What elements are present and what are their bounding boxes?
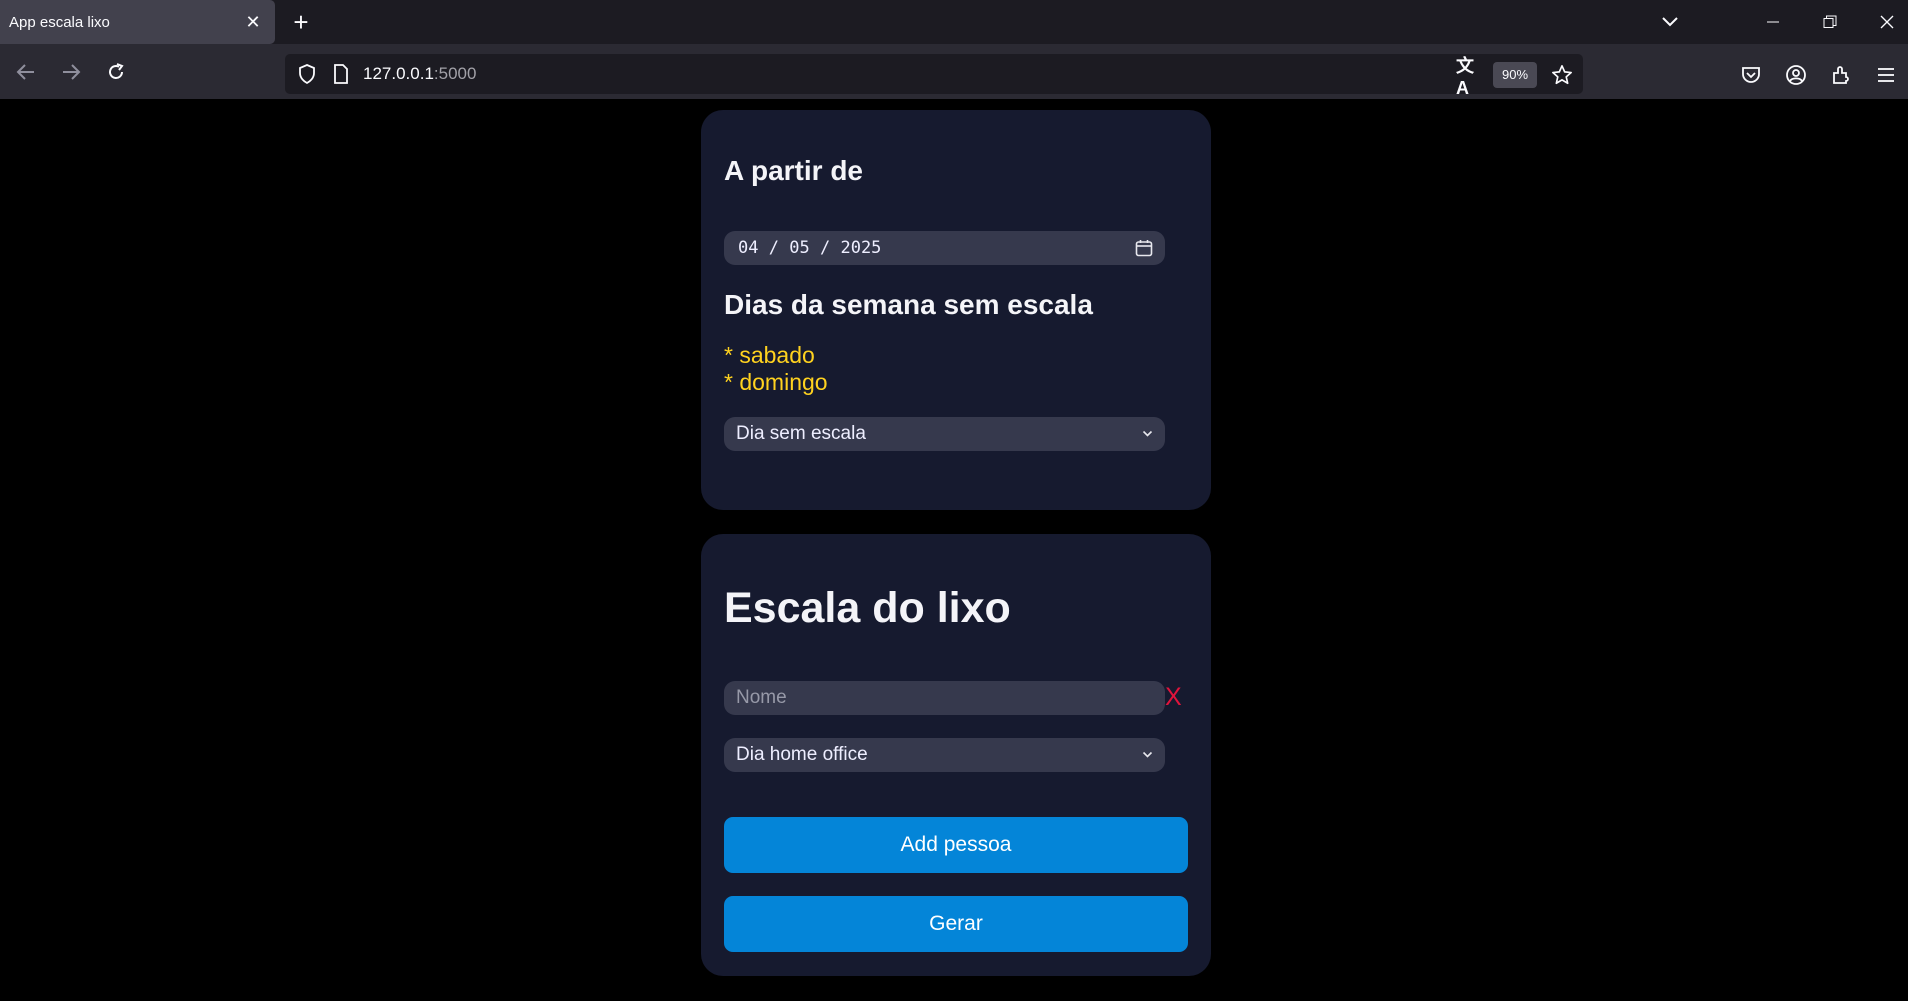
pocket-icon[interactable] [1738,62,1764,88]
start-date-heading: A partir de [724,155,863,186]
tab-title: App escala lixo [9,13,110,31]
start-date-input[interactable]: 04 / 05 / 2025 [724,231,1165,265]
date-separator: / [819,238,831,258]
minimize-icon[interactable] [1759,8,1787,36]
shield-icon[interactable] [295,62,319,86]
menu-icon[interactable] [1873,62,1899,88]
extensions-icon[interactable] [1828,62,1854,88]
back-arrow-icon[interactable] [11,57,41,87]
active-tab[interactable]: App escala lixo ✕ [0,0,275,44]
no-schedule-days-list: * sabado * domingo [724,342,828,396]
translate-icon[interactable]: 文A [1456,56,1482,98]
zoom-badge[interactable]: 90% [1493,62,1537,88]
tab-strip: App escala lixo ✕ + [0,0,1908,44]
date-separator: / [768,238,779,258]
url-text[interactable]: 127.0.0.1:5000 [363,64,476,84]
home-office-day-select[interactable]: Dia home office [724,738,1165,772]
star-icon[interactable] [1549,62,1575,88]
reload-icon[interactable] [101,57,131,87]
close-tab-icon[interactable]: ✕ [239,8,267,36]
no-schedule-select-value: Dia sem escala [736,423,866,444]
new-tab-plus-icon[interactable]: + [287,9,315,37]
page-icon[interactable] [329,62,353,86]
no-schedule-day-item: * sabado [724,342,815,368]
date-year[interactable]: 2025 [840,238,881,258]
generate-button[interactable]: Gerar [724,896,1188,952]
close-window-icon[interactable] [1873,8,1901,36]
name-input-placeholder: Nome [736,687,787,708]
schedule-card: Escala do lixo Nome X Dia home office Ad… [701,534,1211,976]
name-input[interactable]: Nome [724,681,1165,715]
no-schedule-heading: Dias da semana sem escala [724,289,1093,320]
remove-person-button[interactable]: X [1165,683,1182,712]
add-person-button[interactable]: Add pessoa [724,817,1188,873]
forward-arrow-icon[interactable] [56,57,86,87]
list-tabs-chevron-icon[interactable] [1656,8,1684,36]
no-schedule-day-item: * domingo [724,369,828,395]
address-bar[interactable]: 127.0.0.1:5000 [285,54,1583,94]
calendar-icon[interactable] [1135,239,1153,257]
chevron-down-icon [1142,430,1153,438]
no-schedule-day-select[interactable]: Dia sem escala [724,417,1165,451]
date-day[interactable]: 05 [789,238,809,258]
date-month[interactable]: 04 [738,238,758,258]
restore-icon[interactable] [1816,8,1844,36]
home-office-select-value: Dia home office [736,744,868,765]
start-date-card: A partir de 04 / 05 / 2025 Dias da seman… [701,110,1211,510]
chevron-down-icon [1142,751,1153,759]
account-icon[interactable] [1783,62,1809,88]
schedule-title: Escala do lixo [724,584,1011,632]
